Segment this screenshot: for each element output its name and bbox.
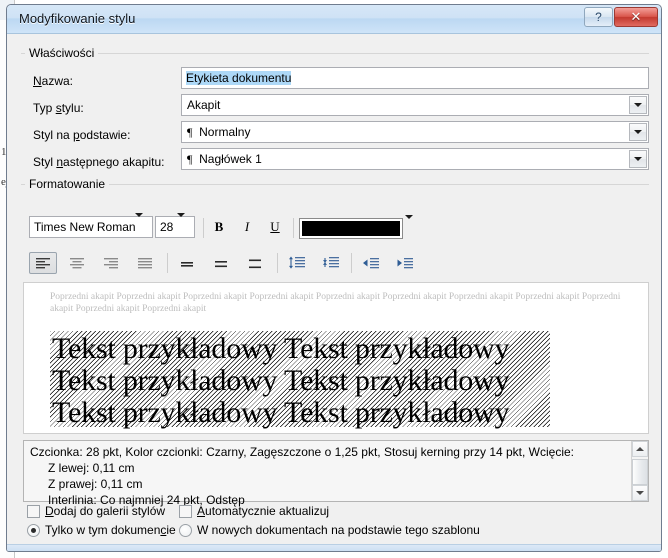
font-color-chevron-down-icon[interactable] (405, 215, 413, 233)
auto-update-checkbox[interactable]: Automatycznie aktualizuj (179, 504, 329, 518)
line-spacing-1-5-button[interactable] (207, 252, 235, 274)
properties-group-line (21, 53, 649, 54)
underline-button[interactable]: U (263, 217, 287, 237)
style-preview: Poprzedni akapit Poprzedni akapit Poprze… (23, 282, 649, 434)
style-type-combo[interactable]: Akapit (181, 94, 649, 116)
font-size-chevron-down-icon[interactable] (177, 213, 185, 231)
formatting-group-label: Formatowanie (25, 177, 110, 191)
chevron-down-icon[interactable] (629, 123, 647, 141)
close-icon[interactable]: ✕ (614, 7, 658, 27)
align-left-icon (36, 257, 50, 268)
align-center-icon (70, 257, 84, 268)
new-documents-label: W nowych dokumentach na podstawie tego s… (197, 523, 480, 537)
new-documents-radio[interactable]: W nowych dokumentach na podstawie tego s… (179, 523, 480, 537)
decrease-indent-button[interactable] (357, 252, 385, 274)
based-on-value: ¶ Normalny (187, 125, 251, 139)
space-after-button[interactable] (317, 252, 345, 274)
description-line-2: Z lewej: 0,11 cm (48, 461, 135, 475)
space-before-icon (289, 256, 305, 269)
decrease-indent-icon (363, 257, 379, 268)
align-justify-icon (138, 257, 152, 268)
line-spacing-double-button[interactable] (241, 252, 269, 274)
add-to-gallery-label: Dodaj do galerii stylów (45, 504, 166, 518)
line-spacing-single-icon (181, 261, 193, 267)
radio-icon[interactable] (179, 523, 192, 537)
based-on-combo[interactable]: ¶ Normalny (181, 121, 649, 143)
dialog-title: Modyfikowanie stylu (19, 11, 136, 26)
toolbar-separator-5 (351, 253, 352, 273)
font-size-combo[interactable]: 28 (155, 216, 195, 238)
auto-update-label: Automatycznie aktualizuj (197, 504, 330, 518)
style-description: Czcionka: 28 pkt, Kolor czcionki: Czarny… (23, 440, 649, 507)
preview-sample-line-2: Tekst przykładowy Tekst przykładowy (52, 364, 510, 397)
description-line-1: Czcionka: 28 pkt, Kolor czcionki: Czarny… (30, 445, 575, 459)
toolbar-separator (203, 218, 204, 238)
pilcrow-icon: ¶ (187, 152, 193, 166)
window-buttons: ? ✕ (584, 7, 658, 27)
style-name-value: Etykieta dokumentu (186, 71, 292, 85)
increase-indent-icon (397, 257, 413, 268)
next-style-label: Styl następnego akapitu: (33, 155, 165, 169)
pilcrow-icon: ¶ (187, 125, 193, 139)
formatting-group-line (21, 184, 649, 185)
align-right-icon (104, 257, 118, 268)
increase-indent-button[interactable] (391, 252, 419, 274)
scroll-down-icon[interactable] (632, 485, 648, 501)
next-style-combo[interactable]: ¶ Nagłówek 1 (181, 148, 649, 170)
radio-icon[interactable] (27, 523, 40, 537)
font-color-swatch[interactable] (299, 218, 403, 239)
modify-style-dialog: Modyfikowanie stylu ? ✕ Właściwości Nazw… (6, 4, 662, 552)
based-on-label: Styl na podstawie: (33, 128, 131, 142)
line-spacing-single-button[interactable] (173, 252, 201, 274)
font-size-value: 28 (160, 220, 174, 234)
align-center-button[interactable] (63, 252, 91, 274)
style-type-value: Akapit (187, 98, 221, 112)
font-name-chevron-down-icon[interactable] (135, 213, 143, 231)
properties-group-label: Właściwości (25, 46, 99, 60)
scrollbar-thumb[interactable] (632, 459, 648, 485)
help-button[interactable]: ? (584, 7, 613, 27)
checkbox-icon[interactable] (179, 504, 192, 518)
italic-button[interactable]: I (235, 217, 259, 237)
next-style-value: ¶ Nagłówek 1 (187, 152, 262, 166)
color-fill (302, 221, 400, 236)
name-label: Nazwa: (33, 74, 74, 88)
chevron-down-icon[interactable] (629, 96, 647, 114)
toolbar-separator-3 (167, 253, 168, 273)
line-spacing-double-icon (249, 259, 261, 268)
chevron-down-icon[interactable] (629, 150, 647, 168)
style-name-input[interactable]: Etykieta dokumentu (181, 67, 649, 89)
space-after-icon (323, 257, 339, 268)
dialog-body: Właściwości Nazwa: Etykieta dokumentu Ty… (7, 34, 661, 551)
scroll-up-icon[interactable] (632, 441, 648, 457)
align-left-button[interactable] (29, 252, 57, 274)
title-bar[interactable]: Modyfikowanie stylu ? ✕ (7, 5, 661, 34)
font-name-value: Times New Roman (34, 220, 136, 234)
line-spacing-1.5-icon (215, 260, 227, 267)
align-right-button[interactable] (97, 252, 125, 274)
bold-button[interactable]: B (207, 217, 231, 237)
dialog-bottom-strip (7, 544, 661, 551)
preview-sample-line-1: Tekst przykładowy Tekst przykładowy (52, 332, 510, 365)
toolbar-separator-4 (277, 253, 278, 273)
only-this-document-radio[interactable]: Tylko w tym dokumencie (27, 523, 176, 537)
add-to-gallery-checkbox[interactable]: Dodaj do galerii stylów (27, 504, 165, 518)
style-type-label: Typ stylu: (33, 101, 84, 115)
checkbox-icon[interactable] (27, 504, 40, 518)
space-before-button[interactable] (283, 252, 311, 274)
preview-sample-line-3: Tekst przykładowy Tekst przykładowy (52, 396, 510, 429)
toolbar-separator-2 (293, 218, 294, 238)
description-line-3: Z prawej: 0,11 cm (48, 477, 143, 491)
preview-previous-paragraph: Poprzedni akapit Poprzedni akapit Poprze… (50, 292, 621, 314)
align-justify-button[interactable] (131, 252, 159, 274)
only-this-document-label: Tylko w tym dokumencie (45, 523, 176, 537)
description-text: Czcionka: 28 pkt, Kolor czcionki: Czarny… (30, 444, 626, 508)
description-scrollbar[interactable] (631, 441, 648, 501)
